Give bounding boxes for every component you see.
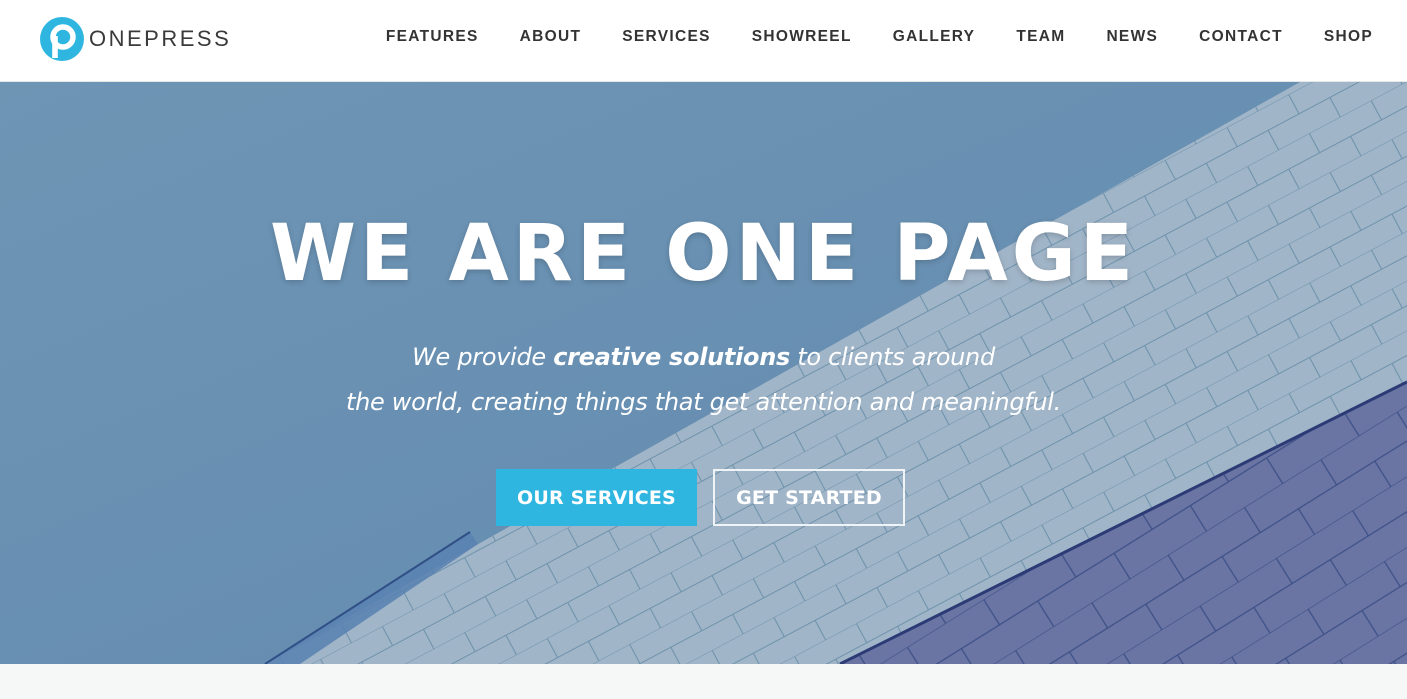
nav-item-team[interactable]: TEAM: [1016, 28, 1065, 46]
hero-subtitle-line1-end: to clients around: [789, 343, 995, 371]
nav-item-about[interactable]: ABOUT: [520, 28, 582, 46]
nav-item-services[interactable]: SERVICES: [622, 28, 711, 46]
hero-subtitle-line1-start: We provide: [412, 343, 554, 371]
hero-section: WE ARE ONE PAGE We provide creative solu…: [0, 82, 1407, 664]
nav-item-shop[interactable]: SHOP: [1324, 28, 1373, 46]
nav-item-news[interactable]: NEWS: [1106, 28, 1158, 46]
nav-item-gallery[interactable]: GALLERY: [893, 28, 976, 46]
our-services-button[interactable]: OUR SERVICES: [496, 469, 697, 526]
logo-p-icon: [40, 17, 84, 61]
hero-subtitle-line2: the world, creating things that get atte…: [345, 388, 1062, 416]
get-started-button[interactable]: GET STARTED: [713, 469, 905, 526]
logo-text: ONEPRESS: [89, 26, 232, 51]
hero-subtitle-highlight: creative solutions: [553, 343, 790, 371]
hero-title: WE ARE ONE PAGE: [269, 209, 1138, 299]
next-section: [0, 664, 1407, 699]
site-logo[interactable]: ONEPRESS: [40, 17, 231, 61]
hero-subtitle: We provide creative solutions to clients…: [0, 335, 1407, 425]
nav-item-showreel[interactable]: SHOWREEL: [752, 28, 852, 46]
nav-item-contact[interactable]: CONTACT: [1199, 28, 1283, 46]
site-header: ONEPRESS FEATURES ABOUT SERVICES SHOWREE…: [0, 0, 1407, 82]
nav-item-features[interactable]: FEATURES: [386, 28, 479, 46]
main-nav: FEATURES ABOUT SERVICES SHOWREEL GALLERY…: [345, 28, 1373, 46]
